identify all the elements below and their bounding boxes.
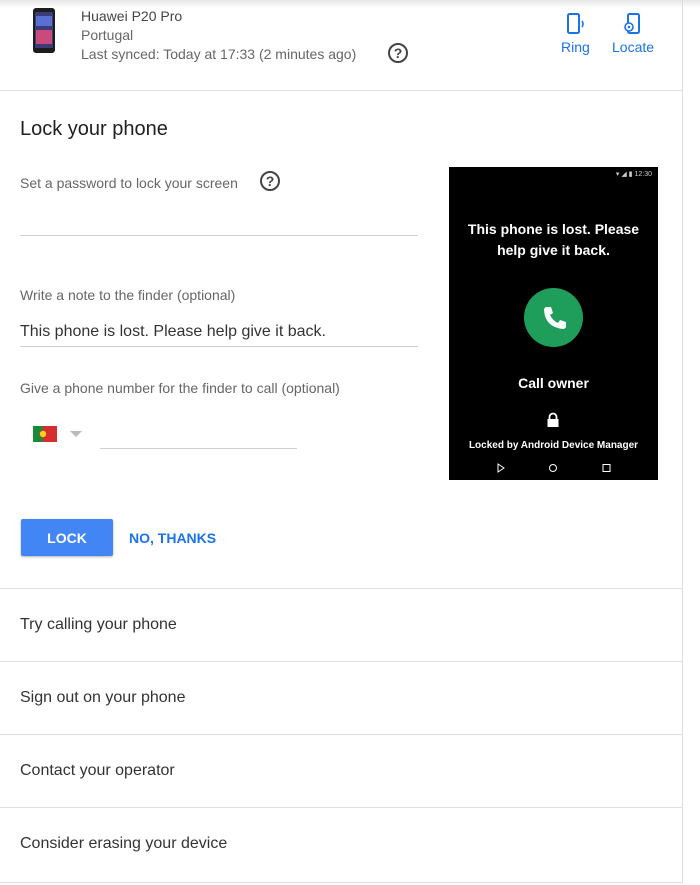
device-name: Huawei P20 Pro xyxy=(81,8,183,24)
last-synced-text: Last synced: Today at 17:33 (2 minutes a… xyxy=(81,46,357,62)
ring-button[interactable]: Ring xyxy=(561,12,590,55)
nav-recents-icon xyxy=(602,464,611,472)
note-underline xyxy=(20,346,418,347)
preview-status-bar: ▾ ◢ ▮ 12:30 xyxy=(615,171,652,178)
phone-label: Give a phone number for the finder to ca… xyxy=(20,380,340,396)
phone-input[interactable] xyxy=(100,448,297,449)
preview-time: 12:30 xyxy=(634,171,652,178)
option-try-calling[interactable]: Try calling your phone xyxy=(0,588,683,661)
option-sign-out[interactable]: Sign out on your phone xyxy=(0,661,683,734)
section-title: Lock your phone xyxy=(20,118,168,140)
preview-locked-by: Locked by Android Device Manager xyxy=(468,440,639,451)
ring-icon xyxy=(567,13,585,34)
option-label: Consider erasing your device xyxy=(20,835,228,852)
password-help-icon[interactable]: ? xyxy=(260,171,280,191)
locate-label: Locate xyxy=(612,39,655,55)
note-label: Write a note to the finder (optional) xyxy=(20,287,236,303)
note-input[interactable]: This phone is lost. Please help give it … xyxy=(20,323,326,341)
lock-screen-preview: ▾ ◢ ▮ 12:30 This phone is lost. Please h… xyxy=(449,167,658,480)
locate-icon xyxy=(624,13,641,34)
option-label: Contact your operator xyxy=(20,762,175,779)
nav-back-icon xyxy=(497,463,505,473)
preview-call-button xyxy=(524,288,583,347)
lock-icon xyxy=(547,412,559,427)
locate-button[interactable]: Locate xyxy=(612,12,654,55)
preview-call-owner: Call owner xyxy=(518,375,589,391)
portugal-flag-icon[interactable] xyxy=(33,426,57,442)
preview-nav-bar xyxy=(497,463,611,473)
phone-call-icon xyxy=(544,307,566,329)
lock-button[interactable]: LOCK xyxy=(21,519,113,556)
preview-message: This phone is lost. Please help give it … xyxy=(467,221,640,258)
ring-label: Ring xyxy=(561,39,590,55)
device-location: Portugal xyxy=(81,27,134,43)
phone-thumbnail xyxy=(33,8,55,53)
password-label: Set a password to lock your screen xyxy=(20,175,238,191)
option-erase-device[interactable]: Consider erasing your device xyxy=(0,807,683,880)
no-thanks-button[interactable]: NO, THANKS xyxy=(129,530,216,546)
option-label: Try calling your phone xyxy=(20,616,177,633)
country-dropdown-icon[interactable] xyxy=(70,431,82,437)
password-input[interactable] xyxy=(20,235,418,236)
nav-home-icon xyxy=(549,464,557,472)
option-label: Sign out on your phone xyxy=(20,689,186,706)
help-icon[interactable]: ? xyxy=(388,43,408,63)
device-header: Huawei P20 Pro Portugal Last synced: Tod… xyxy=(0,0,683,91)
option-contact-operator[interactable]: Contact your operator xyxy=(0,734,683,807)
